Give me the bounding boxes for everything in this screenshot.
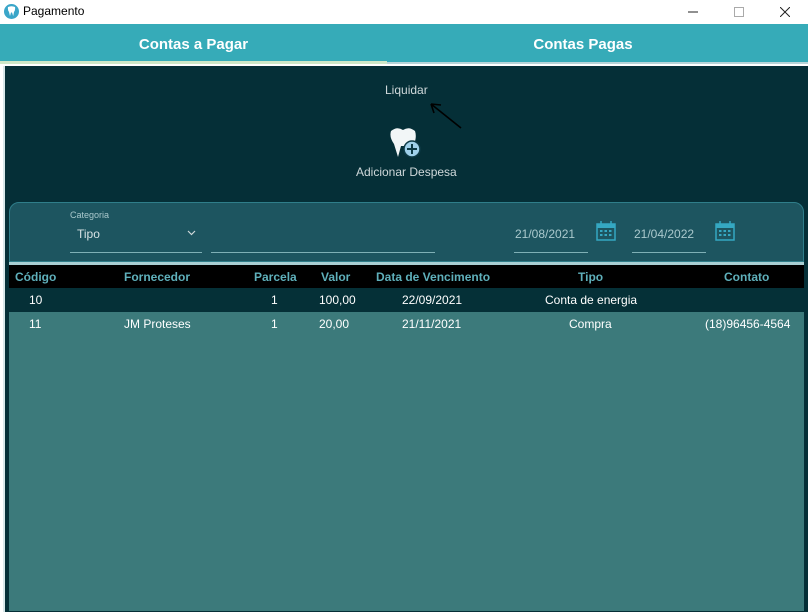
calendar-icon[interactable] bbox=[715, 221, 735, 241]
tab-contas-a-pagar[interactable]: Contas a Pagar bbox=[0, 24, 387, 64]
table-row[interactable]: 10 1 100,00 22/09/2021 Conta de energia bbox=[9, 288, 804, 312]
tab-bar: Contas a Pagar Contas Pagas bbox=[0, 24, 808, 64]
calendar-icon[interactable] bbox=[596, 221, 616, 241]
window-title: Pagamento bbox=[23, 4, 85, 18]
column-header-parcela[interactable]: Parcela bbox=[254, 265, 297, 288]
expenses-table: Código Fornecedor Parcela Valor Data de … bbox=[9, 262, 804, 611]
cell-parcela: 1 bbox=[271, 293, 278, 307]
minimize-icon bbox=[688, 11, 698, 13]
end-date-field[interactable]: 21/04/2022 bbox=[634, 227, 694, 241]
cell-tipo: Compra bbox=[569, 317, 612, 331]
filter-panel: Categoria Tipo 21/08/2021 21/04/2022 bbox=[9, 202, 804, 262]
close-button[interactable] bbox=[762, 0, 808, 24]
maximize-icon bbox=[734, 7, 744, 17]
cell-codigo: 10 bbox=[29, 293, 43, 307]
cell-parcela: 1 bbox=[271, 317, 278, 331]
main-content: Liquidar Adicionar Despesa Categoria Tip… bbox=[3, 66, 808, 612]
cell-vencimento: 21/11/2021 bbox=[402, 317, 462, 331]
payment-window: Pagamento Contas a Pagar Contas Pagas Li… bbox=[0, 0, 808, 612]
tab-underline bbox=[387, 62, 808, 64]
search-input[interactable] bbox=[211, 252, 435, 253]
category-select[interactable]: Tipo bbox=[77, 227, 100, 241]
tab-contas-pagas[interactable]: Contas Pagas bbox=[387, 24, 779, 64]
column-header-fornecedor[interactable]: Fornecedor bbox=[124, 265, 190, 288]
column-header-contato[interactable]: Contato bbox=[724, 265, 769, 288]
cell-fornecedor: JM Proteses bbox=[124, 317, 191, 331]
cell-valor: 20,00 bbox=[319, 317, 350, 331]
title-bar: Pagamento bbox=[0, 0, 808, 24]
liquidar-button[interactable]: Liquidar bbox=[385, 83, 428, 97]
cell-tipo: Conta de energia bbox=[545, 293, 638, 307]
cell-valor: 100,00 bbox=[319, 293, 356, 307]
active-tab-indicator bbox=[0, 61, 387, 64]
column-header-codigo[interactable]: Código bbox=[15, 265, 56, 288]
column-header-valor[interactable]: Valor bbox=[321, 265, 350, 288]
column-header-tipo[interactable]: Tipo bbox=[578, 265, 603, 288]
annotation-arrow-icon bbox=[430, 103, 462, 129]
column-header-vencimento[interactable]: Data de Vencimento bbox=[376, 265, 490, 288]
tooth-icon bbox=[4, 4, 19, 19]
minimize-button[interactable] bbox=[670, 0, 716, 24]
table-row[interactable]: 11 JM Proteses 1 20,00 21/11/2021 Compra… bbox=[9, 312, 804, 336]
start-date-underline bbox=[514, 252, 588, 253]
close-icon bbox=[780, 7, 790, 17]
category-underline bbox=[70, 252, 202, 253]
table-header: Código Fornecedor Parcela Valor Data de … bbox=[9, 265, 804, 288]
cell-codigo: 11 bbox=[29, 317, 42, 331]
add-expense-label[interactable]: Adicionar Despesa bbox=[356, 165, 457, 179]
tooth-add-icon bbox=[390, 128, 421, 158]
add-expense-button[interactable] bbox=[388, 127, 424, 163]
cell-contato: (18)96456-4564 bbox=[705, 317, 791, 331]
cell-vencimento: 22/09/2021 bbox=[402, 293, 463, 307]
category-label: Categoria bbox=[70, 210, 110, 220]
chevron-down-icon[interactable] bbox=[187, 230, 196, 236]
start-date-field[interactable]: 21/08/2021 bbox=[515, 227, 575, 241]
end-date-underline bbox=[632, 252, 706, 253]
maximize-button[interactable] bbox=[716, 0, 762, 24]
